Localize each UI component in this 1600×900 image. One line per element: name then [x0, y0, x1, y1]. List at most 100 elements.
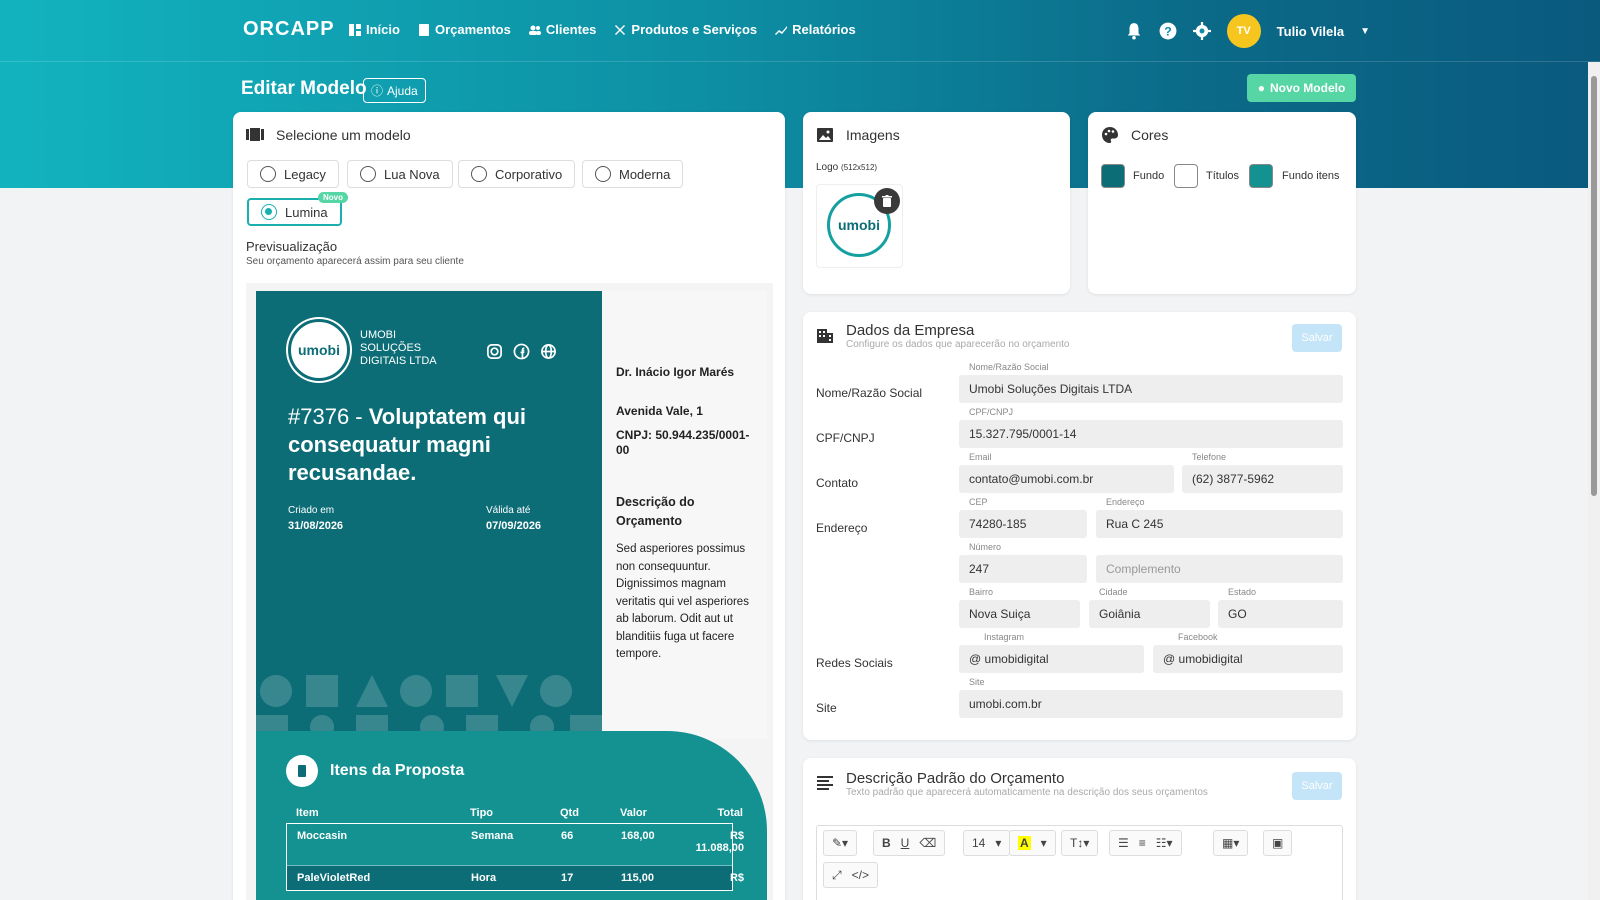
image-button[interactable]: ▣ — [1263, 830, 1293, 856]
nav-orcamentos[interactable]: Orçamentos — [418, 22, 511, 37]
client-name: Dr. Inácio Igor Marés — [616, 365, 735, 379]
images-title: Imagens — [816, 126, 900, 144]
caret-down-icon: ▾ — [1040, 836, 1047, 850]
trash-icon — [882, 195, 892, 207]
gear-icon[interactable] — [1192, 22, 1211, 40]
avatar[interactable]: TV — [1226, 14, 1261, 48]
number-input[interactable]: 247 — [959, 555, 1087, 583]
company-name-input[interactable]: Umobi Soluções Digitais LTDA — [959, 375, 1343, 403]
palette-icon — [1102, 127, 1118, 143]
eraser-icon[interactable]: ⌫ — [919, 836, 936, 850]
field-label-state: Estado — [1228, 587, 1257, 597]
bold-icon[interactable]: B — [882, 836, 891, 850]
nav-relatorios[interactable]: Relatórios — [775, 22, 856, 37]
facebook-input[interactable]: @ umobidigital — [1153, 645, 1343, 673]
magic-style-button[interactable]: ✎▾ — [823, 830, 858, 856]
radio-button[interactable] — [595, 166, 611, 182]
model-option-legacy[interactable]: Legacy — [247, 160, 339, 188]
delete-logo-button[interactable] — [874, 188, 900, 214]
nav-clientes[interactable]: Clientes — [528, 22, 596, 37]
text-color-button[interactable]: A ▾ — [1009, 830, 1056, 856]
model-option-corporativo[interactable]: Corporativo — [458, 160, 576, 188]
code-view-icon[interactable]: </> — [852, 868, 869, 882]
new-badge: Novo — [318, 192, 348, 203]
colors-title: Cores — [1101, 126, 1168, 144]
district-input[interactable]: Nova Suiça — [959, 600, 1080, 628]
cnpj-input[interactable]: 15.327.795/0001-14 — [959, 420, 1343, 448]
cep-input[interactable]: 74280-185 — [959, 510, 1087, 538]
radio-button[interactable] — [260, 166, 276, 182]
facebook-icon — [513, 343, 530, 360]
layout-icon — [246, 128, 264, 141]
page-scrollbar[interactable] — [1588, 62, 1600, 900]
editor-toolbar: ✎▾ B U ⌫ 14 ▾ A ▾ T↕▾ ☰ ≡ ☷▾ ▦▾ ▣ ⤢ </> — [816, 825, 1343, 900]
numbered-list-icon[interactable]: ≡ — [1139, 836, 1146, 850]
user-name[interactable]: Tulio Vilela — [1277, 24, 1344, 39]
page-title: Editar Modelo — [241, 78, 367, 99]
radio-button[interactable] — [471, 166, 487, 182]
scrollbar-thumb[interactable] — [1591, 76, 1597, 496]
magic-wand-icon: ✎▾ — [832, 836, 849, 850]
phone-input[interactable]: (62) 3877-5962 — [1182, 465, 1343, 493]
globe-icon — [541, 344, 556, 359]
text-style-button[interactable]: T↕▾ — [1061, 830, 1099, 856]
items-table: Item Tipo Qtd Valor Total Moccasin Seman… — [286, 803, 744, 891]
created-date: 31/08/2026 — [288, 520, 344, 532]
state-input[interactable]: GO — [1218, 600, 1343, 628]
color-swatch-fundo[interactable] — [1101, 164, 1125, 188]
colors-card: Cores Fundo Títulos Fundo itens — [1088, 112, 1356, 294]
street-input[interactable]: Rua C 245 — [1096, 510, 1343, 538]
bullet-list-icon[interactable]: ☰ — [1118, 836, 1129, 850]
valid-date: 07/09/2026 — [486, 520, 542, 532]
preview-items-section: Itens da Proposta Item Tipo Qtd Valor To… — [256, 731, 767, 900]
field-label-email: Email — [969, 452, 992, 462]
quote-preview: umobi UMOBI SOLUÇÕES DIGITAIS LTDA #7376… — [246, 283, 773, 900]
fullscreen-icon[interactable]: ⤢ — [832, 868, 842, 883]
save-company-button[interactable]: Salvar — [1292, 324, 1342, 352]
users-icon — [528, 25, 541, 35]
chevron-down-icon[interactable]: ▼ — [1360, 26, 1370, 37]
field-label-name: Nome/Razão Social — [969, 362, 1049, 372]
help-button[interactable]: ⓘ Ajuda — [363, 78, 426, 103]
underline-icon[interactable]: U — [901, 836, 910, 850]
new-model-button[interactable]: ● Novo Modelo — [1247, 74, 1356, 102]
field-label-phone: Telefone — [1192, 452, 1227, 462]
table-body: Moccasin Semana 66 168,00 R$ 11.088,00 P… — [286, 823, 744, 891]
complement-input[interactable]: Complemento — [1096, 555, 1343, 583]
table-button[interactable]: ▦▾ — [1213, 830, 1249, 856]
model-option-moderna[interactable]: Moderna — [582, 160, 684, 188]
nav-inicio[interactable]: Início — [349, 22, 400, 37]
site-input[interactable]: umobi.com.br — [959, 690, 1343, 718]
chart-line-icon — [775, 25, 788, 35]
email-input[interactable]: contato@umobi.com.br — [959, 465, 1174, 493]
model-select-title: Selecione um modelo — [246, 126, 411, 144]
model-option-lua-nova[interactable]: Lua Nova — [347, 160, 453, 188]
help-circle-icon[interactable]: ? — [1159, 22, 1177, 40]
nav-produtos[interactable]: Produtos e Serviços — [614, 22, 757, 37]
bell-icon[interactable] — [1125, 22, 1143, 40]
radio-button[interactable] — [360, 166, 376, 182]
tools-icon — [615, 24, 626, 35]
app-logo[interactable]: ORCAPP — [243, 18, 335, 41]
color-swatch-fundo-itens[interactable] — [1249, 164, 1273, 188]
color-label-titulos: Títulos — [1206, 170, 1240, 182]
top-navbar: ORCAPP Início Orçamentos Clientes Produt… — [0, 0, 1600, 62]
color-swatch-titulos[interactable] — [1174, 164, 1198, 188]
preview-quote-title: #7376 - Voluptatem qui consequatur magni… — [288, 404, 526, 485]
radio-button[interactable] — [261, 204, 277, 220]
logo-label: Logo (512x512) — [816, 162, 878, 173]
city-input[interactable]: Goiânia — [1089, 600, 1210, 628]
help-circle-icon: ⓘ — [371, 84, 384, 98]
align-icon[interactable]: ☷▾ — [1156, 836, 1173, 850]
palette-icon: ● — [1257, 81, 1265, 95]
instagram-input[interactable]: @ umobidigital — [959, 645, 1144, 673]
logo-upload[interactable]: umobi — [816, 184, 903, 268]
description-title: Descrição do Orçamento — [616, 495, 695, 528]
preview-header-panel: umobi UMOBI SOLUÇÕES DIGITAIS LTDA #7376… — [256, 291, 602, 739]
field-label-doc: CPF/CNPJ — [969, 407, 1014, 417]
description-text: Sed asperiores possimus non consequuntur… — [616, 543, 749, 660]
font-size-select[interactable]: 14 ▾ — [963, 830, 1011, 856]
field-label-instagram: Instagram — [984, 632, 1025, 642]
row-label-contact: Contato — [816, 476, 859, 490]
save-description-button[interactable]: Salvar — [1292, 772, 1342, 800]
